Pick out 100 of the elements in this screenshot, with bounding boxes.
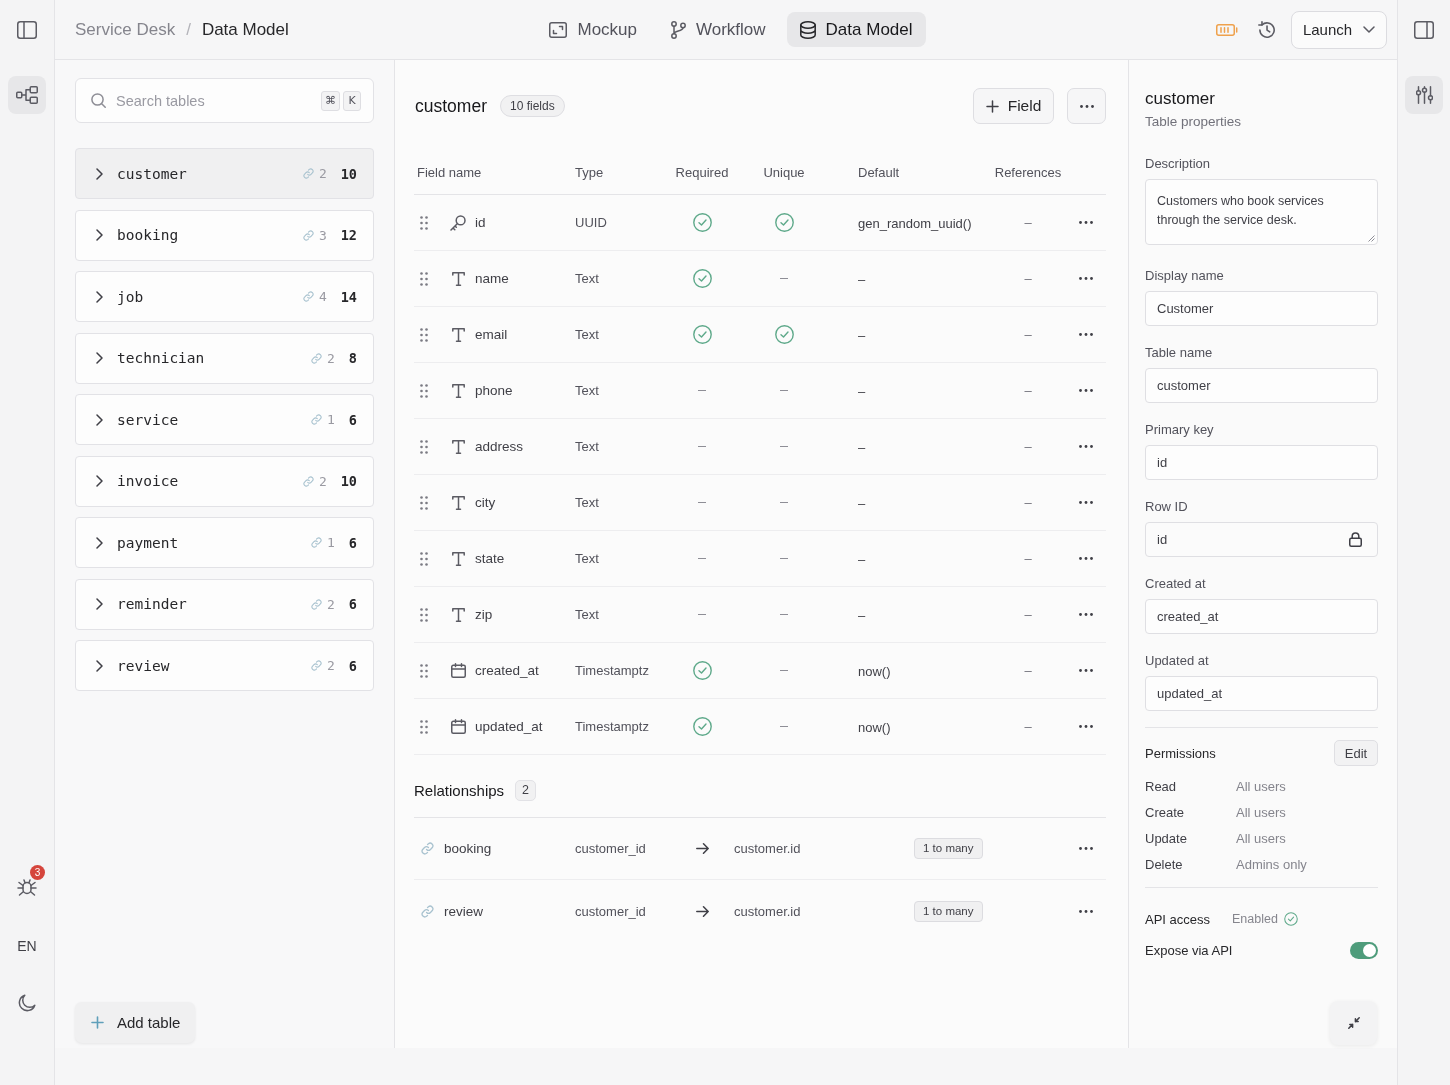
column-header: Unique — [762, 164, 806, 180]
table-list-item[interactable]: technician 2 8 — [75, 332, 374, 384]
expose-toggle[interactable] — [1350, 941, 1378, 959]
count-badge: 2 — [515, 779, 537, 801]
properties-view-button[interactable] — [1405, 76, 1443, 114]
drag-handle-icon[interactable] — [420, 271, 428, 286]
table-list-item[interactable]: booking 3 12 — [75, 209, 374, 261]
link-count: 2 — [327, 596, 335, 612]
field-name: email — [475, 327, 508, 342]
field-count-badge: 10 fields — [499, 95, 565, 117]
view-tab[interactable]: Data Model — [786, 12, 926, 47]
table-list-item[interactable]: review 2 6 — [75, 640, 374, 691]
default-value: now() — [858, 719, 891, 735]
shortcut-key: K — [343, 90, 361, 111]
description-field[interactable]: Customers who book services through the service desk. — [1145, 179, 1378, 245]
permission-audience: Admins only — [1236, 856, 1307, 872]
view-tab[interactable]: Mockup — [536, 12, 650, 47]
table-list-item[interactable]: reminder 2 6 — [75, 578, 374, 630]
more-icon[interactable] — [1079, 725, 1093, 728]
collapse-icon — [1347, 1017, 1360, 1029]
permission-audience: All users — [1236, 804, 1286, 820]
link-icon — [421, 842, 434, 855]
more-icon[interactable] — [1079, 669, 1093, 672]
field-type: Text — [575, 271, 600, 286]
drag-handle-icon[interactable] — [420, 719, 428, 734]
drag-handle-icon[interactable] — [420, 327, 428, 342]
field-label: Description — [1145, 155, 1212, 173]
field-name: address — [475, 439, 524, 454]
more-icon[interactable] — [1079, 221, 1093, 224]
drag-handle-icon[interactable] — [420, 215, 428, 230]
table-name: review — [117, 657, 170, 674]
text-type-icon — [451, 551, 465, 566]
permission-action: Delete — [1145, 856, 1184, 872]
drag-handle-icon[interactable] — [420, 495, 428, 510]
drag-handle-icon[interactable] — [420, 551, 428, 566]
edit-button[interactable]: Edit — [1334, 740, 1378, 766]
more-icon[interactable] — [1079, 557, 1093, 560]
chevron-right-icon — [96, 290, 103, 303]
text-type-icon — [451, 271, 465, 286]
panel-title: customer — [1145, 88, 1216, 110]
link-count: 2 — [327, 658, 335, 673]
launch-button[interactable]: Launch — [1291, 10, 1387, 49]
link-count: 2 — [327, 350, 335, 366]
default-value: gen_random_uuid() — [858, 215, 972, 231]
link-count: 3 — [318, 227, 327, 243]
drag-handle-icon[interactable] — [420, 383, 428, 398]
database-icon — [799, 20, 816, 39]
field-count: 12 — [340, 227, 357, 243]
text-type-icon — [451, 383, 465, 398]
arrow-right-icon — [695, 905, 709, 917]
frame-icon — [549, 21, 568, 38]
breadcrumb-current: Data Model — [201, 19, 289, 40]
more-icon[interactable] — [1079, 445, 1093, 448]
table-list-item[interactable]: job 4 14 — [75, 271, 374, 322]
chevron-right-icon — [96, 598, 103, 610]
drag-handle-icon[interactable] — [420, 439, 428, 454]
more-icon[interactable] — [1079, 277, 1093, 280]
more-icon[interactable] — [1079, 501, 1093, 504]
more-icon[interactable] — [1079, 847, 1093, 850]
add-table-button[interactable]: Add table — [75, 1002, 195, 1043]
add-field-button[interactable]: Field — [973, 88, 1054, 124]
text-field[interactable]: created_at — [1145, 599, 1378, 634]
table-list-item[interactable]: invoice 2 10 — [75, 455, 374, 507]
table-title: customer — [415, 95, 487, 117]
history-icon[interactable] — [1258, 21, 1275, 38]
more-icon[interactable] — [1079, 333, 1093, 336]
field-label: Updated at — [1145, 652, 1210, 670]
text-field[interactable]: id — [1145, 522, 1378, 557]
schema-view-button[interactable] — [8, 76, 46, 114]
text-field[interactable]: customer — [1145, 368, 1378, 403]
section-title: Relationships — [414, 781, 505, 799]
table-list-item[interactable]: customer 2 10 — [75, 148, 374, 199]
more-icon[interactable] — [1079, 389, 1093, 392]
field-type: Text — [575, 383, 600, 398]
chevron-right-icon — [96, 352, 103, 364]
calendar-icon — [450, 719, 466, 734]
text-field[interactable]: updated_at — [1145, 676, 1378, 711]
text-type-icon — [451, 495, 465, 510]
references-value: – — [1024, 663, 1032, 678]
drag-handle-icon[interactable] — [420, 663, 428, 678]
breadcrumb-link[interactable]: Service Desk — [75, 19, 176, 40]
more-icon[interactable] — [1079, 613, 1093, 616]
table-list-item[interactable]: payment 1 6 — [75, 517, 374, 568]
field-name: zip — [475, 607, 493, 622]
section-title: Permissions — [1145, 745, 1216, 761]
drag-handle-icon[interactable] — [420, 607, 428, 622]
view-tab[interactable]: Workflow — [658, 12, 779, 47]
chevron-right-icon — [96, 413, 103, 426]
text-field[interactable]: id — [1145, 445, 1378, 480]
panel-subtitle: Table properties — [1145, 113, 1243, 131]
search-field[interactable]: Search tables ⌘ K — [75, 78, 374, 123]
link-icon — [311, 414, 323, 425]
more-icon[interactable] — [1079, 909, 1093, 913]
field-count: 6 — [348, 657, 357, 674]
table-list-item[interactable]: service 1 6 — [75, 394, 374, 445]
field-count: 8 — [348, 350, 357, 366]
field-name: city — [475, 495, 496, 510]
text-field[interactable]: Customer — [1145, 291, 1378, 326]
language-button[interactable]: EN — [8, 927, 46, 965]
shortcut-key: ⌘ — [321, 90, 340, 111]
